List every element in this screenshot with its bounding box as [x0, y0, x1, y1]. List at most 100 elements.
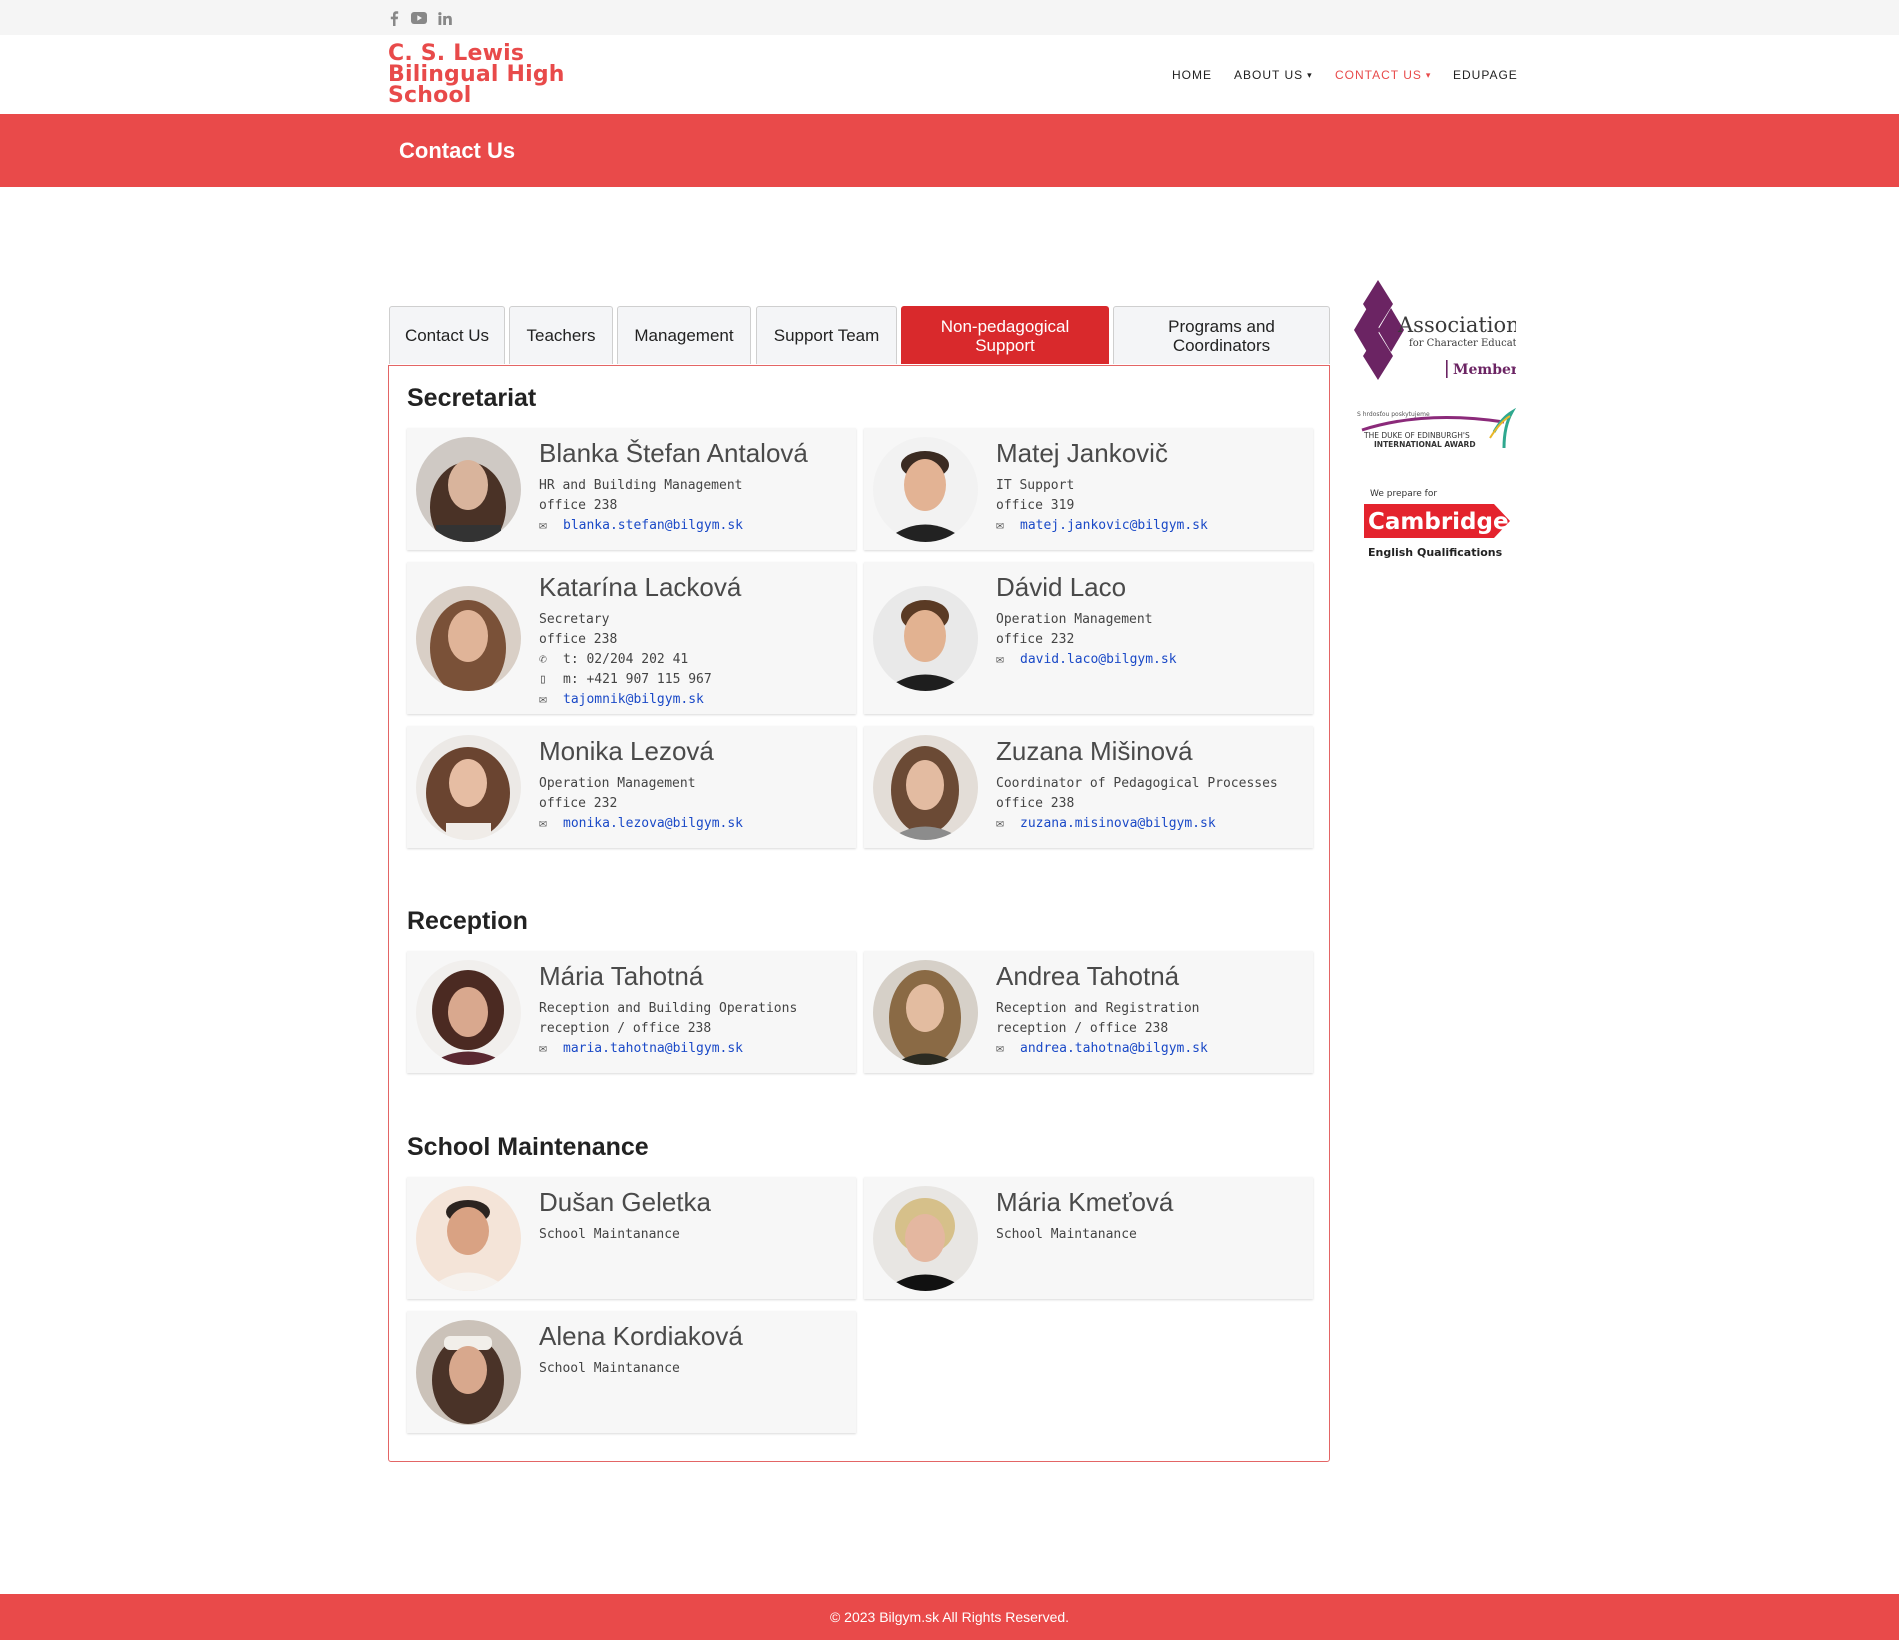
staff-role: School Maintanance [996, 1227, 1137, 1242]
staff-office: office 238 [539, 632, 618, 647]
staff-card: Alena Kordiaková School Maintanance [407, 1311, 856, 1433]
staff-name: Zuzana Mišinová [996, 736, 1193, 766]
staff-name: Matej Jankovič [996, 438, 1168, 468]
staff-card: Dávid Laco Operation Management office 2… [864, 562, 1313, 714]
staff-name: Alena Kordiaková [539, 1321, 743, 1351]
staff-card: Blanka Štefan Antalová HR and Building M… [407, 428, 856, 550]
staff-role: School Maintanance [539, 1361, 680, 1376]
staff-phone: t: 02/204 202 41 [563, 652, 689, 667]
staff-photo [416, 960, 521, 1065]
doe-line-2: INTERNATIONAL AWARD [1374, 440, 1476, 449]
duke-of-edinburgh-logo[interactable]: S hrdosťou poskytujeme THE DUKE OF EDINB… [1354, 407, 1517, 456]
nav-contact-us[interactable]: CONTACT US ▾ [1335, 68, 1431, 82]
staff-name: Mária Kmeťová [996, 1187, 1174, 1217]
staff-card: Mária Tahotná Reception and Building Ope… [407, 951, 856, 1073]
ace-member: Member [1453, 362, 1516, 378]
staff-photo [873, 586, 978, 691]
tab-non-pedagogical-support[interactable]: Non-pedagogical Support [901, 306, 1109, 364]
envelope-icon: ✉ [996, 652, 1004, 667]
tab-management[interactable]: Management [617, 306, 751, 364]
staff-name: Dávid Laco [996, 572, 1127, 602]
nav-edupage-label: EDUPAGE [1453, 68, 1518, 82]
staff-photo [873, 960, 978, 1065]
staff-email-link[interactable]: blanka.stefan@bilgym.sk [563, 518, 743, 533]
tab-programs-and-coordinators[interactable]: Programs and Coordinators [1113, 306, 1330, 364]
staff-card: Katarína Lacková Secretary office 238 ✆ t… [407, 562, 856, 714]
tab-support-team[interactable]: Support Team [756, 306, 897, 364]
staff-email-link[interactable]: zuzana.misinova@bilgym.sk [1020, 816, 1216, 831]
staff-email-link[interactable]: monika.lezova@bilgym.sk [563, 816, 743, 831]
tab-label-line-2: Coordinators [1172, 335, 1271, 355]
tab-label: Management [634, 326, 734, 345]
staff-card: Matej Jankovič IT Support office 319 ✉ ma… [864, 428, 1313, 550]
staff-card: Dušan Geletka School Maintanance [407, 1177, 856, 1299]
tab-label: Support Team [773, 326, 880, 345]
staff-email-link[interactable]: tajomnik@bilgym.sk [563, 692, 704, 707]
cambridge-brand: Cambridge [1368, 509, 1509, 535]
tab-label-line-1: Non-pedagogical [940, 316, 1070, 336]
staff-email-link[interactable]: david.laco@bilgym.sk [1020, 652, 1177, 667]
nav-contact-label: CONTACT US [1335, 68, 1422, 82]
staff-role: Operation Management [539, 776, 696, 791]
staff-office: office 319 [996, 498, 1075, 513]
tab-teachers[interactable]: Teachers [509, 306, 613, 364]
staff-name: Blanka Štefan Antalová [539, 438, 808, 468]
copyright-text: © 2023 Bilgym.sk All Rights Reserved. [829, 1609, 1070, 1625]
envelope-icon: ✉ [539, 692, 547, 707]
facebook-icon[interactable] [384, 9, 404, 27]
staff-card: Andrea Tahotná Reception and Registratio… [864, 951, 1313, 1073]
tab-panel: Secretariat Blanka Štefan Antalová HR an… [388, 365, 1330, 1462]
staff-photo [873, 437, 978, 542]
envelope-icon: ✉ [539, 518, 547, 533]
page-banner: Contact Us [0, 114, 1899, 187]
staff-office: reception / office 238 [996, 1021, 1169, 1036]
staff-photo [873, 1186, 978, 1291]
staff-email-link[interactable]: maria.tahotna@bilgym.sk [563, 1041, 743, 1056]
staff-name: Dušan Geletka [539, 1187, 711, 1217]
staff-role: Coordinator of Pedagogical Processes [996, 776, 1278, 791]
envelope-icon: ✉ [996, 518, 1004, 533]
page-title: Contact Us [399, 138, 516, 163]
envelope-icon: ✉ [996, 816, 1004, 831]
staff-office: office 238 [539, 498, 618, 513]
site-logo[interactable]: C. S. Lewis Bilingual High School [388, 43, 588, 108]
section-title-school-maintenance: School Maintenance [407, 1133, 649, 1161]
tab-contact-us[interactable]: Contact Us [389, 306, 505, 364]
linkedin-icon[interactable] [435, 9, 455, 27]
staff-card: Monika Lezová Operation Management offic… [407, 726, 856, 848]
staff-email-link[interactable]: matej.jankovic@bilgym.sk [1020, 518, 1208, 533]
site-footer: © 2023 Bilgym.sk All Rights Reserved. [0, 1594, 1899, 1640]
staff-photo [416, 1320, 521, 1425]
youtube-icon[interactable] [409, 9, 429, 27]
nav-about-label: ABOUT US [1234, 68, 1304, 82]
staff-office: reception / office 238 [539, 1021, 712, 1036]
doe-line-1: THE DUKE OF EDINBURGH'S [1363, 431, 1470, 440]
character-education-logo[interactable]: Association for Character Education Memb… [1354, 278, 1533, 382]
cambridge-english-logo[interactable]: We prepare for Cambridge English Qualifi… [1362, 486, 1516, 562]
nav-about-us[interactable]: ABOUT US ▾ [1234, 68, 1313, 82]
staff-role: HR and Building Management [539, 478, 743, 493]
section-title-reception: Reception [407, 907, 528, 935]
ace-subtitle: for Character Education [1409, 338, 1516, 349]
chevron-down-icon: ▾ [1307, 69, 1313, 80]
nav-edupage[interactable]: EDUPAGE [1453, 68, 1518, 82]
logo-line-3: School [388, 83, 472, 108]
staff-name: Andrea Tahotná [996, 961, 1180, 991]
tab-label: Teachers [526, 326, 596, 345]
staff-mobile: m: +421 907 115 967 [563, 672, 712, 687]
tab-label: Contact Us [404, 326, 490, 345]
cambridge-subtitle: English Qualifications [1368, 546, 1503, 559]
staff-role: IT Support [996, 478, 1075, 493]
staff-email-link[interactable]: andrea.tahotna@bilgym.sk [1020, 1041, 1208, 1056]
phone-icon: ✆ [539, 652, 547, 667]
staff-role: School Maintanance [539, 1227, 680, 1242]
staff-role: Reception and Building Operations [539, 1001, 798, 1016]
staff-card: Zuzana Mišinová Coordinator of Pedagogic… [864, 726, 1313, 848]
staff-photo [416, 1186, 521, 1291]
staff-office: office 238 [996, 796, 1075, 811]
mobile-icon: ▯ [539, 672, 547, 687]
envelope-icon: ✉ [996, 1041, 1004, 1056]
nav-home[interactable]: HOME [1172, 68, 1212, 82]
staff-photo [416, 586, 521, 691]
top-bar [0, 0, 1899, 35]
